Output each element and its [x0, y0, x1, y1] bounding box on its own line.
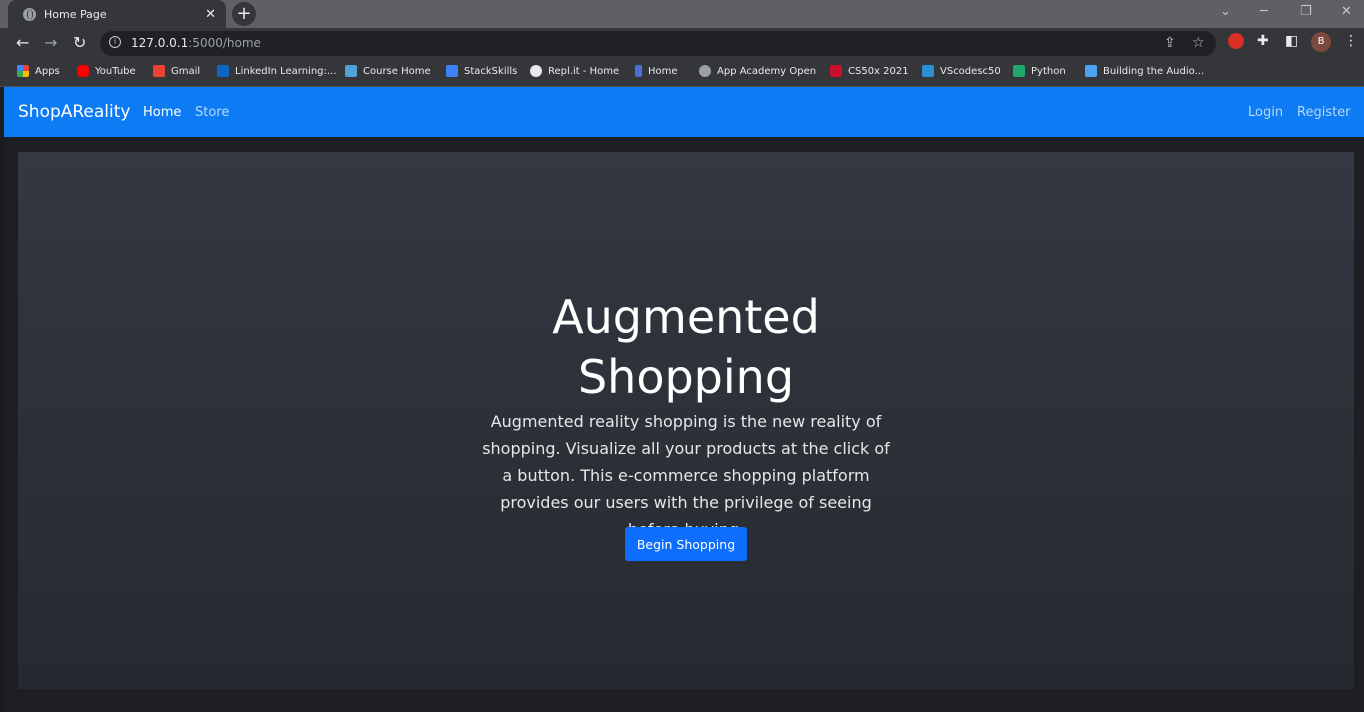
forward-icon[interactable]: →	[44, 33, 57, 52]
pinwheel-icon	[1085, 65, 1097, 77]
bookmark-label: App Academy Open	[717, 65, 817, 77]
globe-icon	[699, 65, 711, 77]
bookmark-label: Home	[648, 65, 678, 77]
site-info-icon[interactable]: i	[109, 36, 121, 48]
side-panel-icon[interactable]: ◧	[1285, 33, 1298, 49]
stackskills-icon	[446, 65, 458, 77]
bookmark-python[interactable]: Python	[1013, 65, 1066, 77]
bookmark-label: Python	[1031, 65, 1066, 77]
bookmark-home[interactable]: Home	[635, 65, 678, 77]
vscode-icon	[922, 65, 934, 77]
extensions-puzzle-icon[interactable]: ✚	[1257, 33, 1269, 49]
python-icon	[1013, 65, 1025, 77]
hero-title: Augmented Shopping	[536, 287, 836, 407]
bookmark-label: CS50x 2021	[848, 65, 909, 77]
hero-jumbotron: Augmented Shopping Augmented reality sho…	[18, 152, 1354, 689]
login-link[interactable]: Login	[1248, 105, 1283, 120]
browser-tab[interactable]: Home Page ✕	[8, 0, 226, 28]
hero-title-line2: Shopping	[577, 350, 795, 404]
begin-shopping-button[interactable]: Begin Shopping	[625, 527, 747, 561]
new-tab-button[interactable]: +	[232, 2, 256, 26]
url-path: :5000/home	[188, 36, 261, 50]
bookmark-label: Apps	[35, 65, 60, 77]
bookmark-label: Repl.it - Home	[548, 65, 620, 77]
bookmark-replit[interactable]: Repl.it - Home	[530, 65, 619, 77]
register-link[interactable]: Register	[1297, 105, 1351, 120]
linkedin-icon	[217, 65, 229, 77]
replit-icon	[530, 65, 542, 77]
gmail-icon	[153, 65, 165, 77]
back-icon[interactable]: ←	[16, 33, 29, 52]
cs50-icon	[830, 65, 842, 77]
bookmark-stackskills[interactable]: StackSkills	[446, 65, 517, 77]
bookmark-label: LinkedIn Learning:...	[235, 65, 337, 77]
bookmark-label: Gmail	[171, 65, 201, 77]
bookmarks-bar: Apps YouTube Gmail LinkedIn Learning:...…	[0, 58, 1364, 87]
bookmark-label: Building the Audio...	[1103, 65, 1205, 77]
tab-close-icon[interactable]: ✕	[205, 7, 216, 22]
bookmark-label: Course Home	[363, 65, 431, 77]
nav-link-store[interactable]: Store	[195, 105, 229, 120]
tab-search-icon[interactable]: ⌄	[1220, 4, 1231, 19]
bookmark-vscode[interactable]: VScodesc50	[922, 65, 1001, 77]
apps-grid-icon	[17, 65, 29, 77]
bookmark-youtube[interactable]: YouTube	[77, 65, 136, 77]
share-icon[interactable]: ⇪	[1164, 35, 1176, 51]
page-body: Augmented Shopping Augmented reality sho…	[4, 137, 1364, 712]
bookmark-app-academy[interactable]: App Academy Open	[699, 65, 816, 77]
tab-strip: Home Page ✕ + ⌄ ─ ❐ ✕	[0, 0, 1364, 28]
minimize-icon[interactable]: ─	[1260, 4, 1268, 19]
bookmark-cs50[interactable]: CS50x 2021	[830, 65, 909, 77]
nav-link-home[interactable]: Home	[143, 105, 181, 120]
bookmark-label: StackSkills	[464, 65, 518, 77]
address-bar[interactable]: i 127.0.0.1:5000/home ⇪ ☆	[100, 31, 1216, 56]
course-icon	[345, 65, 357, 77]
bookmark-gmail[interactable]: Gmail	[153, 65, 200, 77]
bookmark-linkedin[interactable]: LinkedIn Learning:...	[217, 65, 336, 77]
bookmark-course-home[interactable]: Course Home	[345, 65, 431, 77]
home-bookmark-icon	[635, 65, 642, 77]
restore-icon[interactable]: ❐	[1300, 4, 1312, 19]
brand-logo[interactable]: ShopAReality	[18, 102, 130, 122]
extension-shield-icon[interactable]	[1228, 33, 1244, 49]
hero-description: Augmented reality shopping is the new re…	[482, 412, 890, 539]
bookmark-star-icon[interactable]: ☆	[1192, 35, 1205, 51]
window-close-icon[interactable]: ✕	[1341, 4, 1352, 19]
site-navbar: ShopAReality Home Store Login Register	[4, 87, 1364, 137]
menu-kebab-icon[interactable]: ⋮	[1344, 33, 1358, 49]
youtube-icon	[77, 65, 89, 77]
bookmark-label: VScodesc50	[940, 65, 1001, 77]
hero-title-line1: Augmented	[552, 290, 820, 344]
reload-icon[interactable]: ↻	[73, 33, 86, 52]
globe-icon	[23, 7, 36, 21]
bookmark-apps[interactable]: Apps	[17, 65, 60, 77]
url-text: 127.0.0.1:5000/home	[131, 36, 261, 50]
tab-title: Home Page	[44, 7, 107, 21]
profile-avatar[interactable]: B	[1311, 32, 1331, 52]
url-host: 127.0.0.1	[131, 36, 189, 50]
bookmark-building-audio[interactable]: Building the Audio...	[1085, 65, 1204, 77]
bookmark-label: YouTube	[95, 65, 136, 77]
browser-toolbar: ← → ↻ i 127.0.0.1:5000/home ⇪ ☆ ✚ ◧ B ⋮	[0, 28, 1364, 58]
